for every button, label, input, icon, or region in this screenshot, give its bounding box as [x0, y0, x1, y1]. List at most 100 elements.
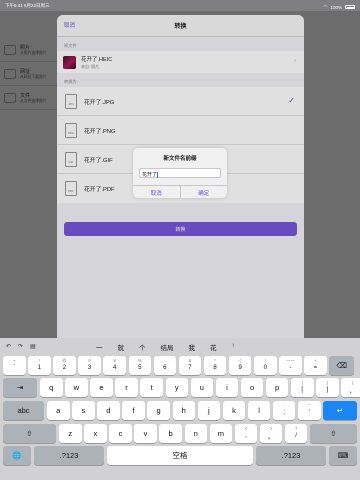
key-label: 4: [112, 365, 117, 371]
battery-label: 100%: [330, 4, 342, 10]
key-shift-label: ): [264, 358, 266, 363]
shift-left-key[interactable]: ⇧: [3, 424, 56, 443]
key-l[interactable]: l: [247, 401, 271, 420]
key-5[interactable]: % 5: [128, 356, 151, 375]
key-p[interactable]: p: [265, 378, 289, 397]
key-s[interactable]: s: [72, 401, 95, 420]
key-shift-label: (: [239, 358, 241, 363]
undo-icon[interactable]: ↶: [6, 343, 11, 350]
numbers-right-key[interactable]: .?123: [256, 446, 326, 465]
paste-icon[interactable]: ▤: [30, 343, 36, 350]
key-'[interactable]: " ': [298, 401, 321, 420]
key-q[interactable]: q: [40, 378, 63, 397]
key-/[interactable]: ? /: [284, 424, 308, 443]
key-4[interactable]: ¥4: [103, 356, 126, 375]
alert-cancel-button[interactable]: 取消: [133, 186, 181, 198]
key-m[interactable]: m: [209, 424, 233, 443]
key-label: 5: [138, 365, 142, 371]
key-w[interactable]: w: [65, 378, 88, 397]
key-7[interactable]: & 7: [178, 356, 202, 375]
key-9[interactable]: (9: [228, 356, 252, 375]
globe-key[interactable]: 🌐: [3, 446, 31, 465]
candidate-bar: ↶ ↷ ▤ 一 就 个 结局 我 花 ↑: [0, 338, 360, 355]
key-,[interactable]: <,: [234, 424, 258, 443]
keyboard-tools: ↶ ↷ ▤: [6, 343, 96, 350]
key-shift-label: |: [351, 380, 353, 385]
key-n[interactable]: n: [184, 424, 207, 443]
candidate-word[interactable]: 结局: [161, 342, 174, 352]
key-g[interactable]: g: [147, 401, 170, 420]
key-x[interactable]: x: [84, 424, 107, 443]
key-;[interactable]: :;: [272, 401, 296, 420]
key-label: 2: [62, 365, 67, 371]
hide-keyboard-key[interactable]: ⌨: [329, 446, 357, 465]
key-h[interactable]: h: [172, 401, 195, 420]
key-shift-label: ¥: [113, 358, 116, 363]
key-label: 、: [349, 388, 356, 395]
candidate-word[interactable]: 花: [210, 342, 217, 352]
key-label: 1: [37, 365, 42, 371]
key-e[interactable]: e: [90, 378, 113, 397]
key-[[interactable]: {[: [291, 378, 314, 397]
wifi-icon: ◠: [323, 4, 328, 9]
key-j[interactable]: j: [197, 401, 221, 420]
expand-candidates-icon[interactable]: ↑: [232, 342, 235, 352]
candidate-word[interactable]: 就: [118, 342, 125, 352]
key-r[interactable]: r: [115, 378, 138, 397]
key-shift-label: }: [326, 380, 329, 385]
key-label: 7: [188, 365, 192, 371]
space-key[interactable]: 空格: [107, 446, 253, 465]
candidate-word[interactable]: 我: [189, 342, 196, 352]
key-d[interactable]: d: [97, 401, 120, 420]
key-u[interactable]: u: [190, 378, 214, 397]
status-time: 下午6:41: [5, 3, 23, 8]
key-6[interactable]: …… 6: [153, 356, 177, 375]
caps-abc-key[interactable]: abc: [3, 401, 44, 420]
filename-prefix-input[interactable]: 花开了: [139, 168, 221, 178]
key-label: [: [301, 387, 304, 393]
key-a[interactable]: a: [47, 401, 70, 420]
keyboard: ↶ ↷ ▤ 一 就 个 结局 我 花 ↑ ~ `! 1 @2 #3 ¥4% 5…… 6 & 7 * 8…: [0, 338, 360, 480]
key-label: =: [313, 365, 318, 371]
candidate-word[interactable]: 个: [139, 342, 146, 352]
key-v[interactable]: v: [134, 424, 157, 443]
key-3[interactable]: #3: [78, 356, 101, 375]
alert-ok-button[interactable]: 确定: [181, 186, 228, 198]
key-0[interactable]: ) 0: [254, 356, 277, 375]
delete-key[interactable]: ⌫: [329, 356, 354, 375]
key-shift-label: <: [244, 426, 248, 431]
key-k[interactable]: k: [222, 401, 246, 420]
key-label: 0: [263, 365, 267, 371]
shift-right-key[interactable]: ⇧: [310, 424, 357, 443]
numbers-left-key[interactable]: .?123: [34, 446, 104, 465]
key-shift-label: +: [314, 358, 317, 363]
candidate-word[interactable]: 一: [96, 342, 103, 352]
key-label: 3: [87, 365, 92, 371]
key-shift-label: :: [283, 403, 285, 408]
key-c[interactable]: c: [109, 424, 132, 443]
key-o[interactable]: o: [240, 378, 264, 397]
redo-icon[interactable]: ↷: [18, 343, 23, 350]
key-=[interactable]: + =: [304, 356, 327, 375]
return-key[interactable]: ↵: [323, 401, 357, 420]
key-`[interactable]: ~ `: [3, 356, 26, 375]
key-1[interactable]: ! 1: [28, 356, 51, 375]
key-t[interactable]: t: [140, 378, 163, 397]
key-][interactable]: }]: [316, 378, 339, 397]
key-i[interactable]: i: [215, 378, 239, 397]
text-cursor: [157, 171, 158, 178]
key-label: 。: [268, 434, 275, 441]
key-。[interactable]: >。: [259, 424, 283, 443]
key-shift-label: >: [269, 426, 273, 431]
tab-key[interactable]: ⇥: [3, 378, 37, 397]
alert-title: 新文件名前缀: [163, 156, 197, 162]
key-2[interactable]: @2: [53, 356, 76, 375]
key--[interactable]: —— -: [279, 356, 302, 375]
key-label: /: [295, 433, 297, 439]
key-、[interactable]: |、: [341, 378, 360, 397]
key-8[interactable]: * 8: [203, 356, 227, 375]
key-y[interactable]: y: [165, 378, 188, 397]
key-b[interactable]: b: [159, 424, 182, 443]
key-f[interactable]: f: [122, 401, 145, 420]
key-z[interactable]: z: [59, 424, 82, 443]
